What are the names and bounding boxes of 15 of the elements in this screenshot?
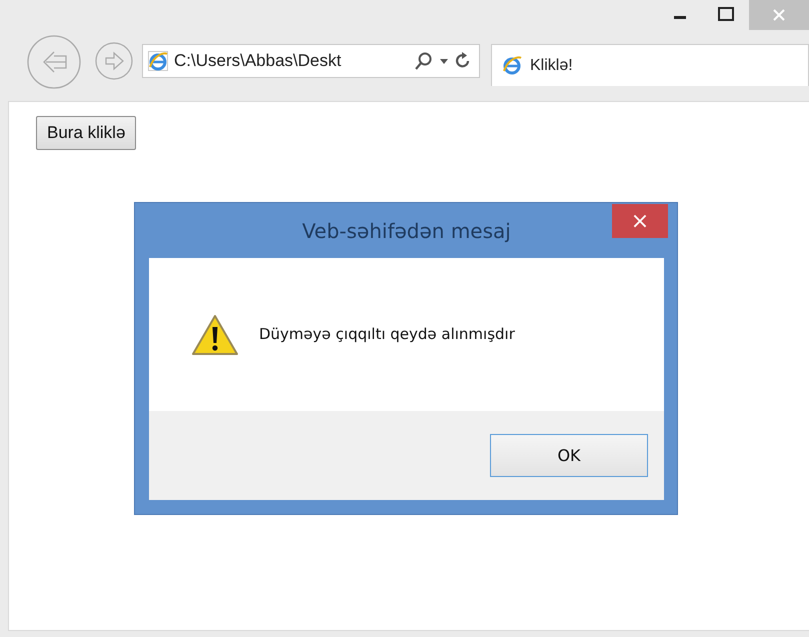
close-button[interactable]: × <box>612 204 668 238</box>
refresh-icon[interactable] <box>455 52 471 70</box>
browser-tab[interactable]: Kliklə! <box>491 44 809 86</box>
address-text: C:\Users\Abbas\Deskt <box>174 51 342 71</box>
dialog-title: Veb-səhifədən mesaj <box>302 218 511 242</box>
dialog-message: Düyməyə çıqqıltı qeydə alınmışdır <box>259 324 515 342</box>
browser-logo-icon <box>148 51 168 71</box>
page-button[interactable]: Bura kliklə <box>36 116 136 150</box>
caret-icon[interactable] <box>439 56 449 66</box>
warning-icon <box>191 312 239 356</box>
address-bar[interactable]: C:\Users\Abbas\Deskt <box>142 44 480 78</box>
ok-button[interactable]: OK <box>490 434 648 477</box>
browser-logo-icon <box>502 54 524 76</box>
search-icon[interactable] <box>415 52 433 70</box>
close-icon <box>772 8 786 22</box>
